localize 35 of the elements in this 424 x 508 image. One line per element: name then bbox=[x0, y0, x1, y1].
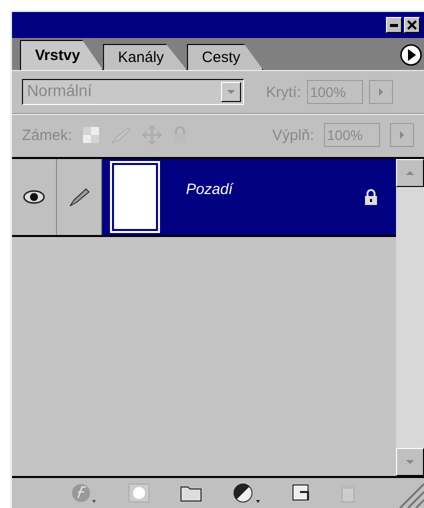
brush-icon[interactable] bbox=[110, 125, 132, 145]
scrollbar[interactable] bbox=[396, 159, 424, 476]
lock-transparency-icon[interactable] bbox=[82, 126, 100, 144]
scroll-down-button[interactable] bbox=[396, 448, 424, 476]
close-button[interactable] bbox=[404, 17, 420, 33]
opacity-label: Krytí: bbox=[266, 84, 302, 100]
brush-toggle[interactable] bbox=[57, 159, 102, 235]
caret-icon bbox=[378, 88, 384, 96]
fill-label: Výplň: bbox=[272, 126, 314, 144]
new-layer-icon[interactable] bbox=[292, 484, 310, 502]
adjustment-layer-icon[interactable] bbox=[232, 482, 262, 504]
layer-name: Pozadí bbox=[186, 180, 235, 198]
scroll-up-button[interactable] bbox=[396, 159, 424, 187]
folder-icon[interactable] bbox=[180, 484, 202, 502]
brush-icon bbox=[68, 186, 90, 208]
close-icon bbox=[407, 20, 417, 30]
lock-label: Zámek: bbox=[22, 126, 72, 144]
layer-row[interactable]: Pozadí bbox=[12, 159, 396, 237]
fill-slider-button[interactable] bbox=[390, 123, 414, 147]
tab[interactable]: Vrstvy bbox=[20, 40, 104, 70]
caret-icon bbox=[399, 131, 405, 139]
caret-icon bbox=[405, 459, 415, 465]
mask-icon[interactable] bbox=[128, 483, 150, 503]
minimize-button[interactable] bbox=[386, 17, 402, 33]
panel-menu-button[interactable] bbox=[400, 44, 422, 66]
visibility-toggle[interactable] bbox=[12, 159, 57, 235]
caret-icon bbox=[405, 170, 415, 176]
tab[interactable]: Cesty bbox=[186, 44, 264, 70]
play-icon bbox=[400, 44, 422, 66]
tab[interactable]: Kanály bbox=[103, 44, 187, 70]
layer-thumbnail bbox=[112, 163, 158, 231]
layer-style-icon[interactable] bbox=[70, 482, 98, 504]
caret-icon bbox=[226, 89, 236, 95]
eye-icon bbox=[23, 190, 45, 204]
opacity-slider-button[interactable] bbox=[369, 80, 394, 104]
